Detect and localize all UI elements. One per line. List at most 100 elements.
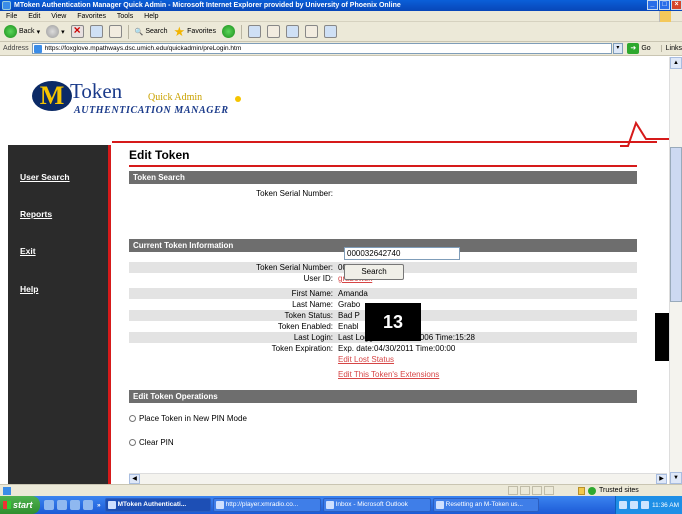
overlay-badge-13: 13 — [365, 303, 421, 341]
edit-extensions-link[interactable]: Edit This Token's Extensions — [338, 369, 637, 380]
search-icon: 🔍 — [134, 28, 144, 36]
edit-icon[interactable] — [285, 25, 299, 38]
taskbar-item[interactable]: MToken Authenticati... — [104, 498, 211, 512]
status-cells — [508, 486, 554, 495]
quick-launch-icon[interactable] — [44, 500, 54, 510]
status-cell — [532, 486, 542, 495]
scroll-right-icon[interactable]: ▶ — [656, 474, 667, 484]
info-label: Token Enabled: — [277, 322, 333, 331]
edit-extensions-row: Edit This Token's Extensions — [129, 369, 637, 380]
minimize-button[interactable]: _ — [647, 0, 658, 10]
option-clear-pin[interactable]: Clear PIN — [129, 436, 637, 448]
start-button[interactable]: start — [0, 496, 40, 514]
edit-lost-status-link[interactable]: Edit Lost Status — [338, 354, 637, 365]
print-icon[interactable] — [266, 25, 280, 38]
forward-button[interactable]: ▾ — [46, 24, 65, 40]
section-header-token-search: Token Search — [129, 171, 637, 184]
zone-label: Trusted sites — [599, 487, 639, 494]
links-button[interactable]: Links — [660, 45, 682, 52]
section-header-operations: Edit Token Operations — [129, 390, 637, 403]
menu-favorites[interactable]: Favorites — [77, 13, 106, 20]
go-button[interactable]: ➜ Go — [627, 43, 651, 54]
info-row: Token Expiration: Exp. date:04/30/2011 T… — [129, 343, 637, 354]
sidebar-item-exit[interactable]: Exit — [20, 246, 36, 256]
tray-icon[interactable] — [619, 501, 628, 509]
page-viewport: M Token Quick Admin AUTHENTICATION MANAG… — [0, 57, 669, 484]
go-label: Go — [641, 45, 651, 52]
security-zone: Trusted sites — [578, 485, 639, 496]
address-input[interactable]: https://foxglove.mpathways.dsc.umich.edu… — [31, 43, 612, 54]
option-label: Clear PIN — [139, 437, 174, 447]
tray-icon[interactable] — [641, 501, 650, 509]
logo-auth-manager: AUTHENTICATION MANAGER — [74, 105, 229, 116]
clock: 11:36 AM — [652, 501, 679, 509]
taskbar-item[interactable]: Inbox - Microsoft Outlook — [322, 498, 431, 512]
option-new-pin-mode[interactable]: Place Token in New PIN Mode — [129, 412, 637, 424]
scroll-up-icon[interactable]: ▲ — [670, 57, 682, 69]
back-dropdown-icon[interactable]: ▾ — [37, 28, 41, 36]
info-value: Exp. date:04/30/2011 Time:00:00 — [338, 344, 456, 353]
favorites-button[interactable]: ★ Favorites — [174, 24, 216, 40]
title-divider — [129, 165, 637, 167]
maximize-button[interactable]: □ — [659, 0, 670, 10]
radio-button[interactable] — [129, 438, 136, 446]
window-title: MToken Authentication Manager Quick Admi… — [14, 2, 401, 9]
taskbar: start » MToken Authenticati... http://pl… — [0, 496, 682, 514]
menu-edit[interactable]: Edit — [28, 13, 40, 20]
sidebar-item-help[interactable]: Help — [20, 284, 38, 294]
status-bar: Trusted sites — [0, 484, 682, 496]
page-icon — [33, 45, 42, 53]
sidebar-item-reports[interactable]: Reports — [20, 209, 52, 219]
close-button[interactable]: × — [671, 0, 682, 10]
sidebar-item-user-search[interactable]: User Search — [20, 172, 70, 182]
sidebar-divider — [108, 145, 111, 484]
back-button[interactable]: Back ▾ — [4, 24, 40, 40]
search-submit-button[interactable]: Search — [344, 264, 404, 280]
refresh-icon[interactable] — [89, 25, 103, 38]
quick-launch-icon[interactable] — [70, 500, 80, 510]
search-button[interactable]: 🔍 Search — [135, 24, 168, 40]
logo-dot-icon — [235, 96, 241, 102]
tray-icon[interactable] — [630, 501, 639, 509]
toolbar-separator — [240, 24, 242, 39]
folder-icon[interactable] — [304, 25, 318, 38]
horizontal-scrollbar[interactable]: ◀ ▶ — [129, 473, 667, 484]
address-label: Address — [3, 45, 29, 52]
scroll-thumb[interactable] — [670, 147, 682, 302]
forward-dropdown-icon[interactable]: ▾ — [61, 28, 65, 36]
quick-launch-icon[interactable] — [83, 500, 93, 510]
home-icon[interactable] — [108, 25, 122, 38]
option-label: Place Token in New PIN Mode — [139, 413, 247, 423]
page-title: Edit Token — [129, 148, 190, 162]
taskbar-item[interactable]: http://player.xmradio.co... — [212, 498, 321, 512]
address-bar: Address https://foxglove.mpathways.dsc.u… — [0, 42, 682, 56]
taskbar-item[interactable]: Resetting an M-Token us... — [432, 498, 539, 512]
forward-arrow-icon — [46, 25, 60, 38]
menu-view[interactable]: View — [51, 13, 66, 20]
stop-icon[interactable] — [70, 23, 84, 38]
quick-launch-icon[interactable] — [57, 500, 67, 510]
menu-tools[interactable]: Tools — [117, 13, 133, 20]
back-arrow-icon — [4, 25, 17, 38]
menu-help[interactable]: Help — [144, 13, 158, 20]
address-url: https://foxglove.mpathways.dsc.umich.edu… — [44, 45, 242, 52]
status-cell — [508, 486, 518, 495]
scroll-left-icon[interactable]: ◀ — [129, 474, 140, 484]
radio-button[interactable] — [129, 414, 136, 422]
messenger-icon[interactable] — [323, 25, 337, 38]
vertical-scrollbar[interactable]: ▲ ▼ — [669, 57, 682, 484]
info-label: User ID: — [303, 274, 333, 283]
menu-file[interactable]: File — [6, 13, 17, 20]
window-title-bar: MToken Authentication Manager Quick Admi… — [0, 0, 682, 11]
mail-icon[interactable] — [247, 25, 261, 38]
quick-launch-more-icon[interactable]: » — [97, 502, 101, 509]
serial-number-input[interactable]: 000032642740 — [344, 247, 460, 260]
address-dropdown-icon[interactable]: ▾ — [612, 43, 624, 54]
scroll-down-icon[interactable]: ▼ — [670, 472, 682, 484]
main-content: Edit Token Token Search Token Serial Num… — [129, 148, 637, 448]
logo-token-text: Token — [70, 79, 123, 103]
history-icon[interactable] — [221, 25, 235, 38]
browser-toolbar: Back ▾ ▾ 🔍 Search ★ Favorites — [0, 22, 682, 42]
status-cell — [520, 486, 530, 495]
